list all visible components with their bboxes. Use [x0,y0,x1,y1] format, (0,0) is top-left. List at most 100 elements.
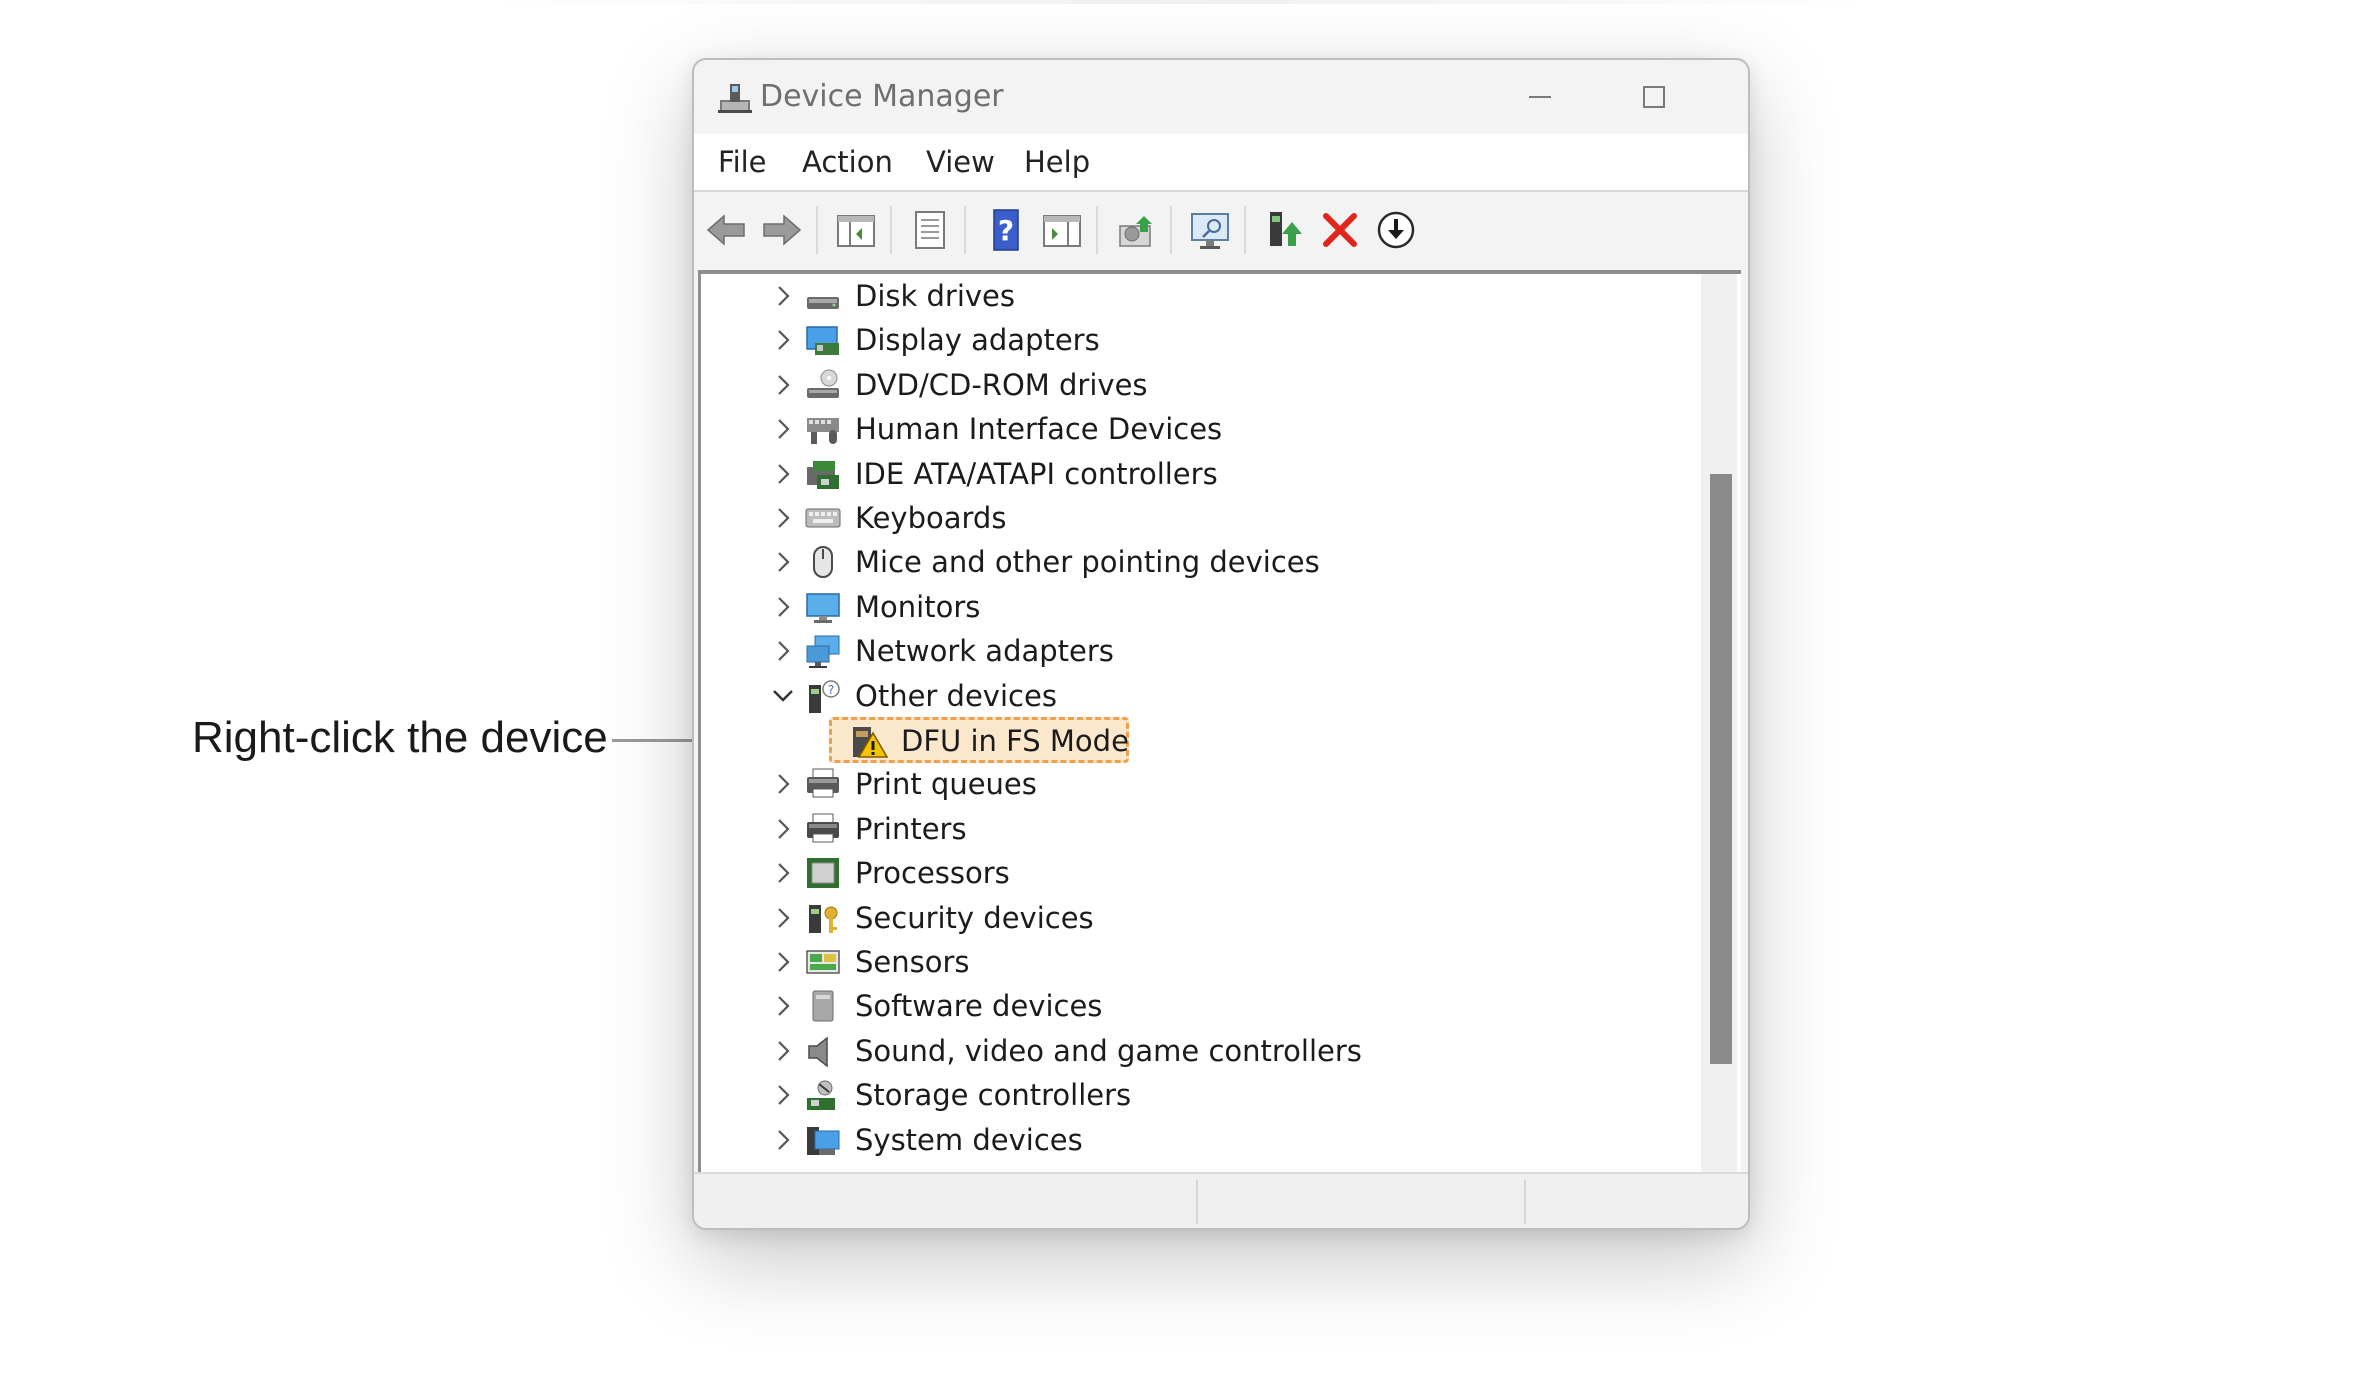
menu-action[interactable]: Action [802,144,893,180]
toolbar-separator [964,206,966,254]
forward-button[interactable] [760,208,804,252]
chevron-right-icon[interactable] [769,548,797,576]
toolbar-separator [890,206,892,254]
ide-controller-icon [807,460,839,489]
properties-icon [915,211,945,249]
tree-item-disk-drives[interactable]: Disk drives [701,274,1691,318]
close-button[interactable] [1738,72,1748,122]
tree-item-software-devices[interactable]: Software devices [701,984,1691,1028]
chevron-right-icon[interactable] [769,904,797,932]
tree-item-dfu-in-fs-mode[interactable]: DFU in FS Mode [829,717,1133,767]
software-device-icon [812,990,834,1022]
forward-arrow-icon [763,214,802,246]
menu-bar: File Action View Help [694,134,1748,192]
window-title: Device Manager [760,79,1004,114]
chevron-right-icon[interactable] [769,637,797,665]
tree-item-other-devices[interactable]: ? Other devices [701,674,1691,718]
chevron-right-icon[interactable] [769,415,797,443]
chevron-right-icon[interactable] [769,815,797,843]
chevron-right-icon[interactable] [769,948,797,976]
tree-item-label: Disk drives [855,279,1016,313]
tree-item-monitors[interactable]: Monitors [701,585,1691,629]
tree-item-label: Print queues [855,767,1037,802]
tree-item-label: Monitors [855,589,981,624]
svg-text:?: ? [998,214,1014,247]
enable-device-button[interactable] [1262,208,1306,252]
print-queue-icon [807,768,839,798]
tree-item-label: DFU in FS Mode [901,724,1129,758]
maximize-button[interactable] [1624,72,1684,122]
toolbar-separator [1244,206,1246,254]
printer-icon [807,813,839,843]
update-driver-button[interactable] [1114,208,1158,252]
tree-item-label: Network adapters [855,634,1114,669]
tree-item-system-devices[interactable]: System devices [701,1118,1691,1162]
title-bar[interactable]: Device Manager [694,60,1748,134]
tree-item-label: System devices [855,1122,1083,1157]
menu-view[interactable]: View [926,144,995,180]
download-circle-icon [1377,211,1415,249]
tree-item-mice-and-other-pointing-devices[interactable]: Mice and other pointing devices [701,540,1691,584]
other-devices-icon: ? [809,679,840,713]
tree-item-dvd-cd-rom-drives[interactable]: DVD/CD-ROM drives [701,363,1691,407]
toolbar-separator [1096,206,1098,254]
tree-item-printers[interactable]: Printers [701,807,1691,851]
tree-item-label: Keyboards [855,501,1007,535]
tree-item-sensors[interactable]: Sensors [701,940,1691,984]
chevron-right-icon[interactable] [769,992,797,1020]
status-bar-divider [1524,1180,1526,1224]
show-hide-console-tree-button[interactable] [834,208,878,252]
svg-text:?: ? [828,683,834,697]
chevron-right-icon[interactable] [769,1037,797,1065]
tree-item-human-interface-devices[interactable]: Human Interface Devices [701,407,1691,451]
tree-item-sound-video-and-game-controllers[interactable]: Sound, video and game controllers [701,1029,1691,1073]
sensor-icon [806,950,840,974]
install-driver-button[interactable] [1374,208,1418,252]
chevron-right-icon[interactable] [769,1081,797,1109]
tree-item-print-queues[interactable]: Print queues [701,762,1691,806]
chevron-right-icon[interactable] [769,282,797,310]
back-button[interactable] [704,208,748,252]
tree-item-network-adapters[interactable]: Network adapters [701,629,1691,673]
menu-help[interactable]: Help [1024,144,1090,180]
tree-item-storage-controllers[interactable]: Storage controllers [701,1073,1691,1117]
chevron-right-icon[interactable] [769,460,797,488]
action-pane-button[interactable] [1040,208,1084,252]
tree-item-label: Display adapters [855,323,1100,358]
menu-file[interactable]: File [718,144,767,180]
disk-drive-icon [807,297,839,309]
tree-item-processors[interactable]: Processors [701,851,1691,895]
status-bar [694,1172,1748,1228]
tree-item-display-adapters[interactable]: Display adapters [701,318,1691,362]
console-tree-icon [837,215,875,247]
tree-item-keyboards[interactable]: Keyboards [701,496,1691,540]
scan-hardware-monitor-icon [1191,213,1229,249]
chevron-right-icon[interactable] [769,593,797,621]
chevron-right-icon[interactable] [769,770,797,798]
tree-item-label: Other devices [855,678,1057,713]
scrollbar-thumb[interactable] [1710,474,1732,1064]
toolbar-separator [816,206,818,254]
security-device-icon [809,904,838,933]
chevron-right-icon[interactable] [769,371,797,399]
tree-item-label: IDE ATA/ATAPI controllers [855,456,1218,491]
top-fade-line [480,0,1880,4]
tree-item-label: Storage controllers [855,1078,1132,1113]
device-tree[interactable]: Disk drives Display adapters DVD/CD-ROM dr… [698,270,1741,1176]
tree-item-label: Printers [855,811,967,846]
chevron-right-icon[interactable] [769,1126,797,1154]
help-button[interactable]: ? [984,208,1028,252]
uninstall-device-button[interactable] [1318,208,1362,252]
properties-button[interactable] [908,208,952,252]
minimize-button[interactable] [1510,72,1570,122]
enable-device-icon [1270,212,1302,246]
toolbar-separator [1170,206,1172,254]
chevron-down-icon[interactable] [769,682,797,710]
minimize-icon [1529,96,1551,98]
chevron-right-icon[interactable] [769,504,797,532]
chevron-right-icon[interactable] [769,326,797,354]
tree-item-ide-ata-atapi-controllers[interactable]: IDE ATA/ATAPI controllers [701,452,1691,496]
tree-item-security-devices[interactable]: Security devices [701,896,1691,940]
scan-hardware-button[interactable] [1188,208,1232,252]
chevron-right-icon[interactable] [769,859,797,887]
